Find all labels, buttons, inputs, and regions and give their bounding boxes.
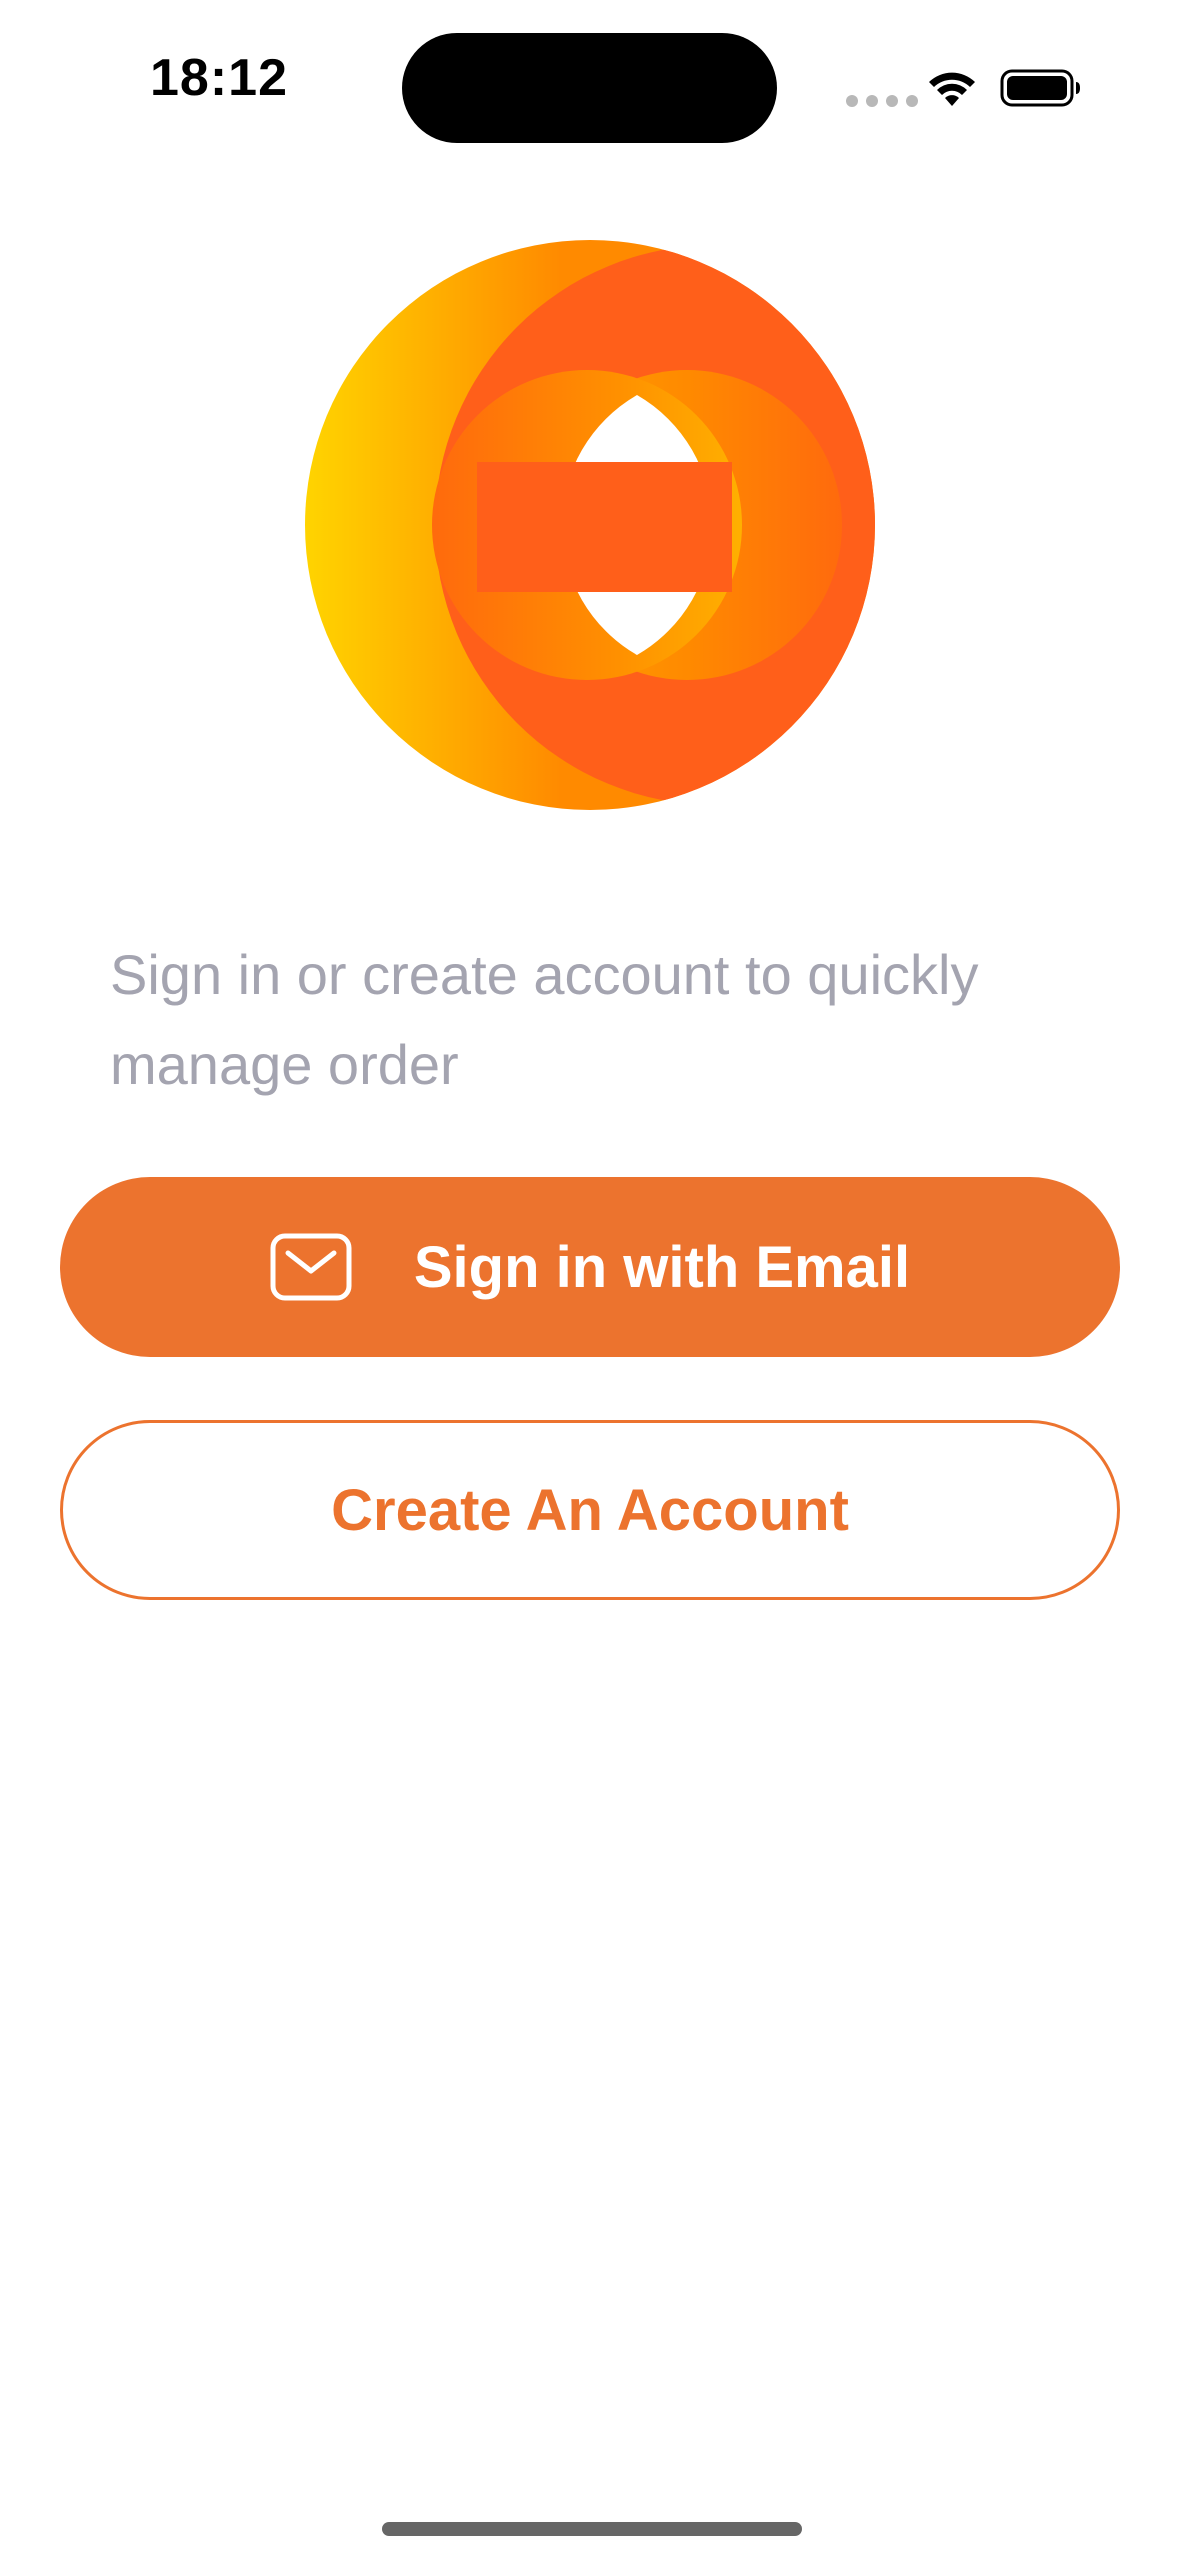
sign-in-email-label: Sign in with Email bbox=[413, 1234, 911, 1300]
sign-in-subtitle: Sign in or create account to quickly man… bbox=[110, 943, 979, 1096]
status-time: 18:12 bbox=[150, 49, 288, 107]
cellular-signal-icon bbox=[846, 95, 918, 107]
sign-in-email-button[interactable]: Sign in with Email bbox=[60, 1177, 1120, 1357]
wifi-icon bbox=[929, 72, 975, 106]
create-account-button[interactable]: Create An Account bbox=[60, 1420, 1120, 1600]
dynamic-island bbox=[402, 33, 777, 143]
brand-logo-icon bbox=[305, 240, 875, 810]
home-indicator[interactable] bbox=[382, 2522, 802, 2536]
battery-icon bbox=[1000, 69, 1080, 107]
mail-icon bbox=[270, 1233, 352, 1301]
create-account-label: Create An Account bbox=[331, 1477, 849, 1543]
